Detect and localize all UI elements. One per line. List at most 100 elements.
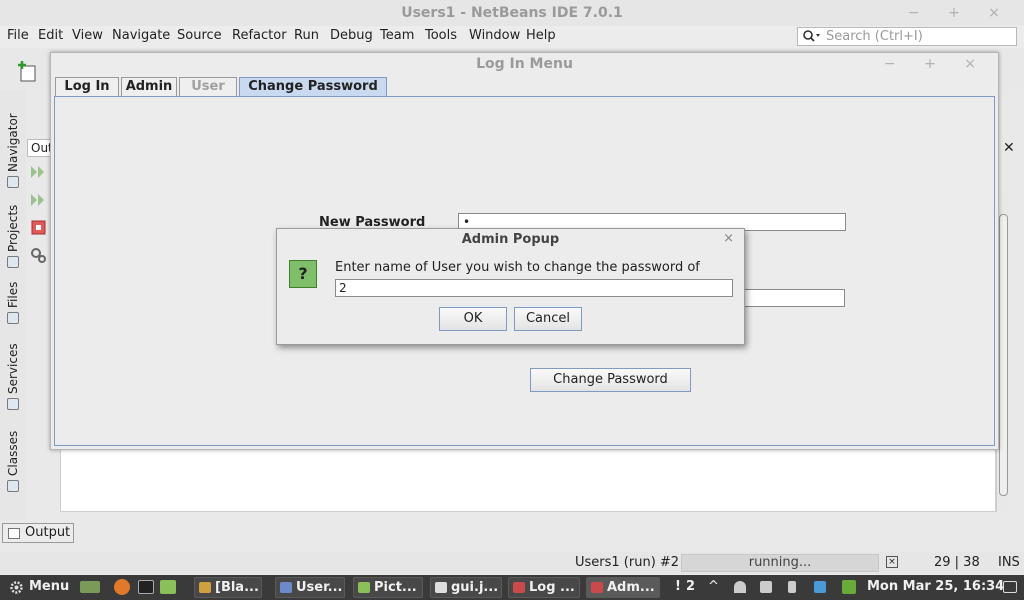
menu-view[interactable]: View (72, 28, 103, 43)
progress-bar: running... (681, 554, 879, 572)
ide-title: Users1 - NetBeans IDE 7.0.1 (0, 0, 1024, 26)
task-item[interactable]: [Bla... (194, 577, 262, 598)
tray-expand-icon[interactable]: ^ (708, 579, 719, 594)
settings-icon[interactable] (30, 247, 47, 264)
tab-classes-label: Classes (6, 430, 20, 476)
close-icon[interactable]: ✕ (1003, 140, 1019, 156)
volume-icon[interactable] (760, 581, 772, 593)
ide-window-controls[interactable]: − + × (908, 0, 1012, 26)
task-label: gui.j... (451, 580, 499, 595)
file-manager-icon[interactable] (160, 580, 176, 594)
search-placeholder: Search (Ctrl+I) (826, 29, 923, 44)
task-label: Adm... (607, 580, 655, 595)
tab-user: User (179, 77, 237, 97)
cancel-process-icon[interactable]: × (886, 556, 898, 568)
terminal-icon[interactable] (138, 580, 154, 594)
output-area (60, 448, 996, 512)
window-icon (591, 582, 603, 593)
popup-prompt: Enter name of User you wish to change th… (335, 260, 700, 275)
window-icon (280, 582, 292, 593)
menu-navigate[interactable]: Navigate (112, 28, 170, 43)
task-item[interactable]: User... (275, 577, 345, 598)
menu-debug[interactable]: Debug (330, 28, 373, 43)
tab-files[interactable]: Files (3, 276, 23, 324)
change-password-button[interactable]: Change Password (530, 368, 691, 392)
menu-file[interactable]: File (7, 28, 29, 43)
tab-log-in[interactable]: Log In (55, 77, 119, 97)
shield-icon[interactable] (842, 580, 856, 594)
stop-icon[interactable] (31, 220, 46, 235)
navigator-icon (7, 176, 19, 188)
clock[interactable]: Mon Mar 25, 16:34 (867, 579, 1004, 594)
task-item[interactable]: gui.j... (430, 577, 502, 598)
rerun-with-args-icon[interactable] (30, 192, 46, 208)
window-icon (199, 582, 211, 593)
switch-window-icon[interactable] (1003, 581, 1017, 593)
tab-navigator[interactable]: Navigator (3, 100, 23, 188)
projects-icon (7, 256, 19, 268)
tab-projects[interactable]: Projects (3, 194, 23, 268)
popup-close-icon[interactable]: × (723, 231, 734, 246)
task-label: Log ... (529, 580, 575, 595)
tab-services-label: Services (6, 343, 20, 394)
taskbar: Menu [Bla... User... Pict... gui.j... Lo… (0, 575, 1024, 600)
window-icon (513, 582, 525, 593)
task-item[interactable]: Adm... (586, 577, 660, 598)
notification-count: 2 (686, 579, 696, 594)
tab-classes[interactable]: Classes (3, 428, 23, 492)
firefox-icon[interactable] (114, 579, 130, 595)
tab-admin[interactable]: Admin (121, 77, 177, 97)
menu-refactor[interactable]: Refactor (232, 28, 287, 43)
tab-change-password[interactable]: Change Password (239, 77, 387, 97)
menu-help[interactable]: Help (526, 28, 556, 43)
popup-title: Admin Popup (461, 232, 560, 247)
username-input[interactable]: 2 (335, 279, 733, 297)
window-icon (435, 582, 447, 593)
tab-projects-label: Projects (6, 204, 20, 252)
rerun-icon[interactable] (30, 164, 46, 180)
classes-icon (7, 480, 19, 492)
battery-icon[interactable] (788, 581, 796, 593)
confirm-password-field[interactable] (743, 289, 845, 307)
start-menu-button[interactable]: Menu (29, 579, 69, 594)
task-item[interactable]: Log ... (508, 577, 580, 598)
files-icon (7, 312, 19, 324)
notifications-icon[interactable]: ! (675, 579, 681, 594)
question-icon: ? (289, 260, 317, 288)
menu-tools[interactable]: Tools (425, 28, 457, 43)
search-input[interactable]: Search (Ctrl+I) (797, 27, 1017, 46)
dropbox-icon[interactable] (814, 581, 826, 593)
ok-button[interactable]: OK (439, 307, 507, 331)
tab-files-label: Files (6, 281, 20, 308)
login-window-controls[interactable]: − + × (884, 53, 988, 75)
insert-mode: INS (998, 555, 1020, 570)
menu-team[interactable]: Team (380, 28, 414, 43)
task-label: [Bla... (215, 580, 259, 595)
output-tab-label: Output (25, 525, 71, 540)
menu-edit[interactable]: Edit (38, 28, 63, 43)
show-desktop-icon[interactable] (80, 581, 100, 593)
cancel-button[interactable]: Cancel (514, 307, 582, 331)
admin-popup-dialog: Admin Popup × ? Enter name of User you w… (276, 228, 745, 345)
login-window-title: Log In Menu (476, 56, 573, 72)
wifi-icon[interactable] (734, 581, 746, 593)
menu-source[interactable]: Source (177, 28, 222, 43)
status-run-label: Users1 (run) #2 (575, 555, 680, 570)
output-tab[interactable]: Output (2, 523, 74, 543)
search-icon[interactable] (802, 29, 822, 44)
task-item[interactable]: Pict... (353, 577, 423, 598)
status-bar: Users1 (run) #2 running... × 29 | 38 INS (0, 552, 1024, 574)
caret-position: 29 | 38 (934, 555, 980, 570)
menu-window[interactable]: Window (469, 28, 520, 43)
window-icon (358, 582, 370, 593)
tab-navigator-label: Navigator (6, 113, 20, 172)
tab-services[interactable]: Services (3, 342, 23, 410)
task-label: Pict... (374, 580, 417, 595)
left-side-panel: Navigator Projects Files Services Classe… (0, 90, 26, 520)
task-label: User... (296, 580, 343, 595)
scrollbar-thumb[interactable] (999, 214, 1008, 496)
new-file-icon[interactable] (16, 60, 38, 82)
output-icon (8, 528, 20, 539)
gear-icon[interactable] (9, 580, 24, 595)
menu-run[interactable]: Run (294, 28, 319, 43)
